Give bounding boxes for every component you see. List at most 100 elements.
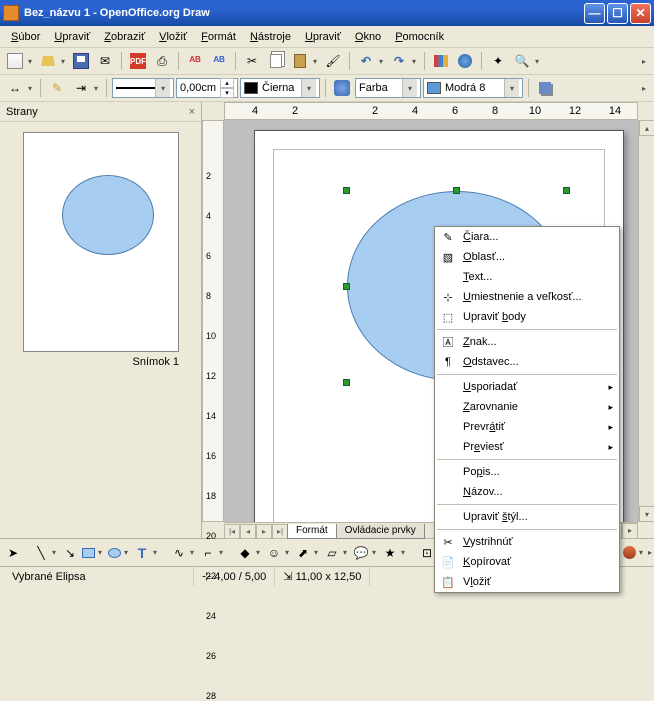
tab-nav-button[interactable]: ◂ xyxy=(240,524,256,539)
toolbar-overflow[interactable]: ▸ xyxy=(638,57,650,66)
ctx-oblasť[interactable]: ▧Oblasť... xyxy=(435,247,619,267)
app-icon xyxy=(3,5,19,21)
ellipse-tool[interactable] xyxy=(107,542,122,564)
ctx-usporiadať[interactable]: Usporiadať xyxy=(435,377,619,397)
line-icon: ✎ xyxy=(440,229,456,245)
tab-nav-button[interactable]: |◂ xyxy=(224,524,240,539)
tab-nav-button[interactable]: ▸| xyxy=(272,524,288,539)
minimize-button[interactable]: — xyxy=(584,3,605,24)
basic-shapes-tool[interactable]: ◆ xyxy=(236,542,254,564)
ctx-znak[interactable]: 🄰Znak... xyxy=(435,332,619,352)
sheet-tabs: |◂◂▸▸|FormátOvládacie prvky xyxy=(224,523,425,539)
paste-button[interactable] xyxy=(289,50,311,72)
spellcheck-button[interactable]: ᴬᴮ xyxy=(184,50,206,72)
open-button[interactable] xyxy=(37,50,59,72)
vertical-ruler[interactable]: 246810121416182022242628 xyxy=(202,120,224,522)
sheet-tab[interactable]: Ovládacie prvky xyxy=(336,524,425,539)
chart-button[interactable] xyxy=(430,50,452,72)
ctx-vystrihnúť[interactable]: ✂Vystrihnúť xyxy=(435,532,619,552)
text-tool[interactable]: T xyxy=(133,542,151,564)
connector-tool[interactable]: ⌐ xyxy=(199,542,217,564)
ctx-upraviťbody[interactable]: ⬚Upraviť body xyxy=(435,307,619,327)
stars-tool[interactable]: ★ xyxy=(381,542,399,564)
curve-tool[interactable]: ∿ xyxy=(170,542,188,564)
close-button[interactable]: ✕ xyxy=(630,3,651,24)
zoom-button[interactable]: 🔍 xyxy=(511,50,533,72)
ctx-upraviťštýl[interactable]: Upraviť štýl... xyxy=(435,507,619,527)
ctx-kopírovať[interactable]: 📄Kopírovať xyxy=(435,552,619,572)
navigator-button[interactable]: ✦ xyxy=(487,50,509,72)
ctx-zarovnanie[interactable]: Zarovnanie xyxy=(435,397,619,417)
block-arrows-tool[interactable]: ⬈ xyxy=(294,542,312,564)
menu-okno[interactable]: Okno xyxy=(348,28,388,46)
line-style-combo[interactable]: ▾ xyxy=(112,78,174,98)
horizontal-ruler[interactable]: 4224681012141618202224 xyxy=(224,102,638,120)
line-dialog-button[interactable]: ✎ xyxy=(46,77,68,99)
selection-handle[interactable] xyxy=(343,187,350,194)
save-button[interactable] xyxy=(70,50,92,72)
hyperlink-button[interactable] xyxy=(454,50,476,72)
page-thumbnail[interactable] xyxy=(23,132,179,352)
ctx-popis[interactable]: Popis... xyxy=(435,462,619,482)
selection-handle[interactable] xyxy=(563,187,570,194)
menubar: SúborUpraviťZobraziťVložiťFormátNástroje… xyxy=(0,26,654,48)
ctx-názov[interactable]: Názov... xyxy=(435,482,619,502)
symbol-shapes-tool[interactable]: ☺ xyxy=(265,542,283,564)
arrow-ends-button[interactable]: ⇥ xyxy=(70,77,92,99)
menu-nástroje[interactable]: Nástroje xyxy=(243,28,298,46)
shadow-button[interactable] xyxy=(534,77,556,99)
vertical-scrollbar[interactable]: ▴ ▾ xyxy=(638,120,654,522)
menu-upraviť[interactable]: Upraviť xyxy=(47,28,97,46)
copy-button[interactable] xyxy=(265,50,287,72)
format-paintbrush-button[interactable]: 🖌 xyxy=(322,50,344,72)
rectangle-tool[interactable] xyxy=(81,542,96,564)
redo-button[interactable]: ↷ xyxy=(388,50,410,72)
line-tool[interactable]: ╲ xyxy=(32,542,50,564)
drawing-toolbar-overflow[interactable]: ▸ xyxy=(648,548,652,557)
menu-pomocník[interactable]: Pomocník xyxy=(388,28,451,46)
menu-zobraziť[interactable]: Zobraziť xyxy=(97,28,152,46)
callout-tool[interactable]: 💬 xyxy=(352,542,370,564)
sheet-tab[interactable]: Formát xyxy=(287,524,337,539)
autospell-button[interactable]: ᴬᴮ xyxy=(208,50,230,72)
arrow-style-button[interactable]: ↔ xyxy=(4,77,26,99)
flowchart-tool[interactable]: ▱ xyxy=(323,542,341,564)
area-dialog-button[interactable] xyxy=(331,77,353,99)
toolbar2-overflow[interactable]: ▸ xyxy=(638,84,650,93)
line-width-combo[interactable]: 0,00cm▴▾ xyxy=(176,78,238,98)
ctx-text[interactable]: Text... xyxy=(435,267,619,287)
ctx-vložiť[interactable]: 📋Vložiť xyxy=(435,572,619,592)
3d-button[interactable] xyxy=(622,542,637,564)
menu-súbor[interactable]: Súbor xyxy=(4,28,47,46)
print-button[interactable]: ⎙ xyxy=(151,50,173,72)
line-color-combo[interactable]: Čierna▾ xyxy=(240,78,320,98)
mail-button[interactable]: ✉ xyxy=(94,50,116,72)
slides-panel-close[interactable]: × xyxy=(189,106,195,118)
blue-swatch-icon xyxy=(427,82,441,94)
ctx-prevrátiť[interactable]: Prevrátiť xyxy=(435,417,619,437)
menu-vložiť[interactable]: Vložiť xyxy=(152,28,194,46)
ctx-čiara[interactable]: ✎Čiara... xyxy=(435,227,619,247)
selection-handle[interactable] xyxy=(343,283,350,290)
pointer-tool[interactable]: ➤ xyxy=(4,542,22,564)
tab-nav-button[interactable]: ▸ xyxy=(256,524,272,539)
menu-upraviť[interactable]: Upraviť xyxy=(298,28,348,46)
new-button[interactable] xyxy=(4,50,26,72)
selection-handle[interactable] xyxy=(343,379,350,386)
ctx-odstavec[interactable]: ¶Odstavec... xyxy=(435,352,619,372)
window-titlebar: Bez_názvu 1 - OpenOffice.org Draw — ☐ ✕ xyxy=(0,0,654,26)
ctx-previesť[interactable]: Previesť xyxy=(435,437,619,457)
scroll-up-button[interactable]: ▴ xyxy=(639,120,654,136)
scroll-right-button[interactable]: ▸ xyxy=(622,523,638,539)
maximize-button[interactable]: ☐ xyxy=(607,3,628,24)
ctx-umiestnenieaveľkosť[interactable]: ⊹Umiestnenie a veľkosť... xyxy=(435,287,619,307)
scroll-down-button[interactable]: ▾ xyxy=(639,506,654,522)
fill-mode-combo[interactable]: Farba▾ xyxy=(355,78,421,98)
selection-handle[interactable] xyxy=(453,187,460,194)
line-arrow-tool[interactable]: ↘ xyxy=(61,542,79,564)
export-pdf-button[interactable]: PDF xyxy=(127,50,149,72)
undo-button[interactable]: ↶ xyxy=(355,50,377,72)
cut-button[interactable]: ✂ xyxy=(241,50,263,72)
fill-color-combo[interactable]: Modrá 8▾ xyxy=(423,78,523,98)
menu-formát[interactable]: Formát xyxy=(194,28,243,46)
